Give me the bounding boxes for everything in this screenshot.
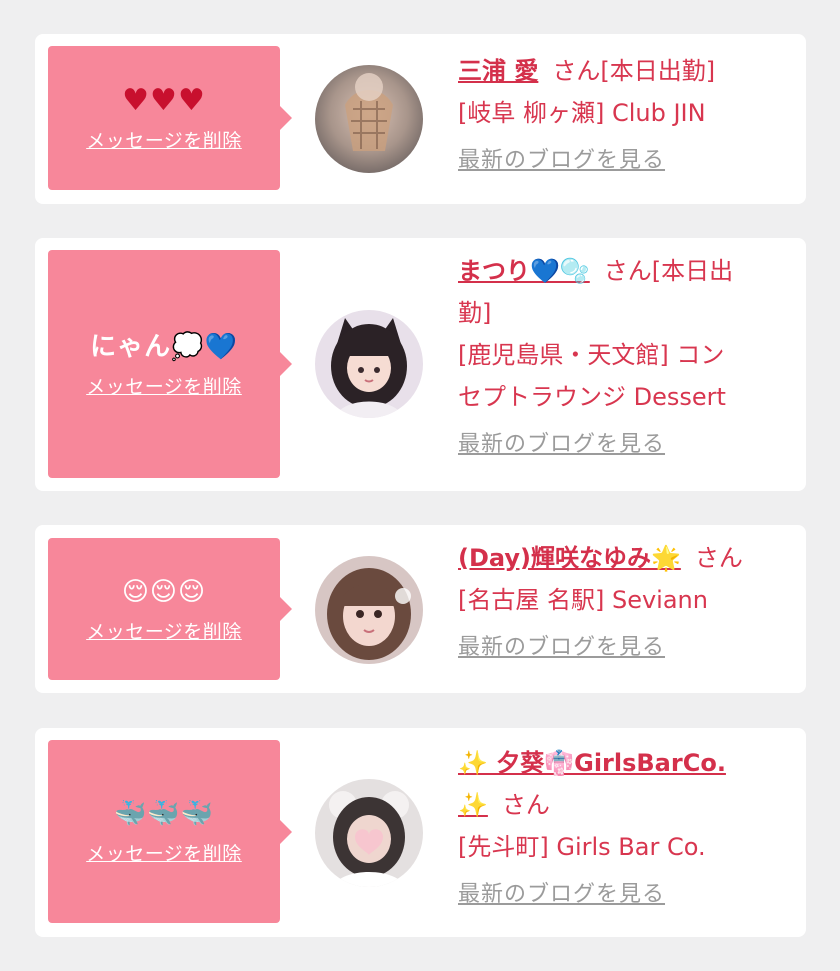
blog-link[interactable]: 最新のブログを見る [458,142,665,174]
cast-info: まつり💙🫧 さん[本日出 勤] [鹿児島県・天文館] コン セプトラウンジ Des… [458,250,798,458]
message-card: 😌😌😌 メッセージを削除 (Day)輝咲なゆみ🌟 さん [名古屋 名駅] Sevi… [35,525,806,693]
message-bubble: 😌😌😌 メッセージを削除 [48,538,292,680]
cast-name-link[interactable]: まつり💙🫧 [458,257,590,285]
message-bubble: 🐳🐳🐳 メッセージを削除 [48,740,292,923]
message-stamp: 😌😌😌 [121,576,207,607]
avatar[interactable] [315,556,423,664]
message-bubble: ♥♥♥ メッセージを削除 [48,46,292,190]
cast-suffix: さん [694,544,743,572]
shop-info: [先斗町] Girls Bar Co. [458,833,706,861]
girl-photo-avatar-icon [315,556,423,664]
message-card: ♥♥♥ メッセージを削除 三浦 愛さん[本日出勤] [岐阜 柳ヶ瀬] Club … [35,34,806,204]
shop-info: [鹿児島県・天文館] コン [458,341,725,369]
avatar[interactable] [315,310,423,418]
cast-suffix-cont: 勤] [458,299,492,327]
message-stamp: 🐳🐳🐳 [113,799,215,829]
cast-name-link[interactable]: (Day)輝咲なゆみ🌟 [458,544,681,572]
blog-link[interactable]: 最新のブログを見る [458,629,665,661]
delete-message-link[interactable]: メッセージを削除 [86,617,242,644]
cast-info: (Day)輝咲なゆみ🌟 さん [名古屋 名駅] Seviann 最新のブログを見る [458,537,798,661]
delete-message-link[interactable]: メッセージを削除 [86,126,242,153]
message-card: にゃん💭💙 メッセージを削除 まつり💙🫧 さん[本日出 勤] [鹿児島県・天文館… [35,238,806,491]
cast-name-link-cont[interactable]: ✨ [458,791,488,819]
cast-info: ✨ 夕葵👘GirlsBarCo. ✨ さん [先斗町] Girls Bar Co.… [458,742,798,908]
girl-photo-avatar-icon [315,65,423,173]
shop-info: [名古屋 名駅] Seviann [458,586,708,614]
message-bubble: にゃん💭💙 メッセージを削除 [48,250,292,478]
avatar[interactable] [315,779,423,887]
cast-info: 三浦 愛さん[本日出勤] [岐阜 柳ヶ瀬] Club JIN 最新のブログを見る [458,50,798,174]
avatar[interactable] [315,65,423,173]
cast-name-link[interactable]: 三浦 愛 [458,57,538,85]
shop-info-cont: セプトラウンジ Dessert [458,383,726,411]
delete-message-link[interactable]: メッセージを削除 [86,372,242,399]
cast-suffix: さん[本日出 [603,257,734,285]
delete-message-link[interactable]: メッセージを削除 [86,839,242,866]
message-list: ♥♥♥ メッセージを削除 三浦 愛さん[本日出勤] [岐阜 柳ヶ瀬] Club … [0,0,840,971]
girl-photo-avatar-icon [315,310,423,418]
cast-suffix: さん[本日出勤] [552,57,716,85]
girl-photo-avatar-icon [315,779,423,887]
cast-suffix: さん [501,791,550,819]
blog-link[interactable]: 最新のブログを見る [458,426,665,458]
blog-link[interactable]: 最新のブログを見る [458,876,665,908]
message-card: 🐳🐳🐳 メッセージを削除 ✨ 夕葵👘GirlsBarCo. ✨ さん [先斗町] … [35,728,806,937]
message-stamp: ♥♥♥ [122,82,206,118]
shop-info: [岐阜 柳ヶ瀬] Club JIN [458,99,706,127]
message-stamp: にゃん💭💙 [90,331,238,362]
cast-name-link[interactable]: ✨ 夕葵👘GirlsBarCo. [458,749,726,777]
